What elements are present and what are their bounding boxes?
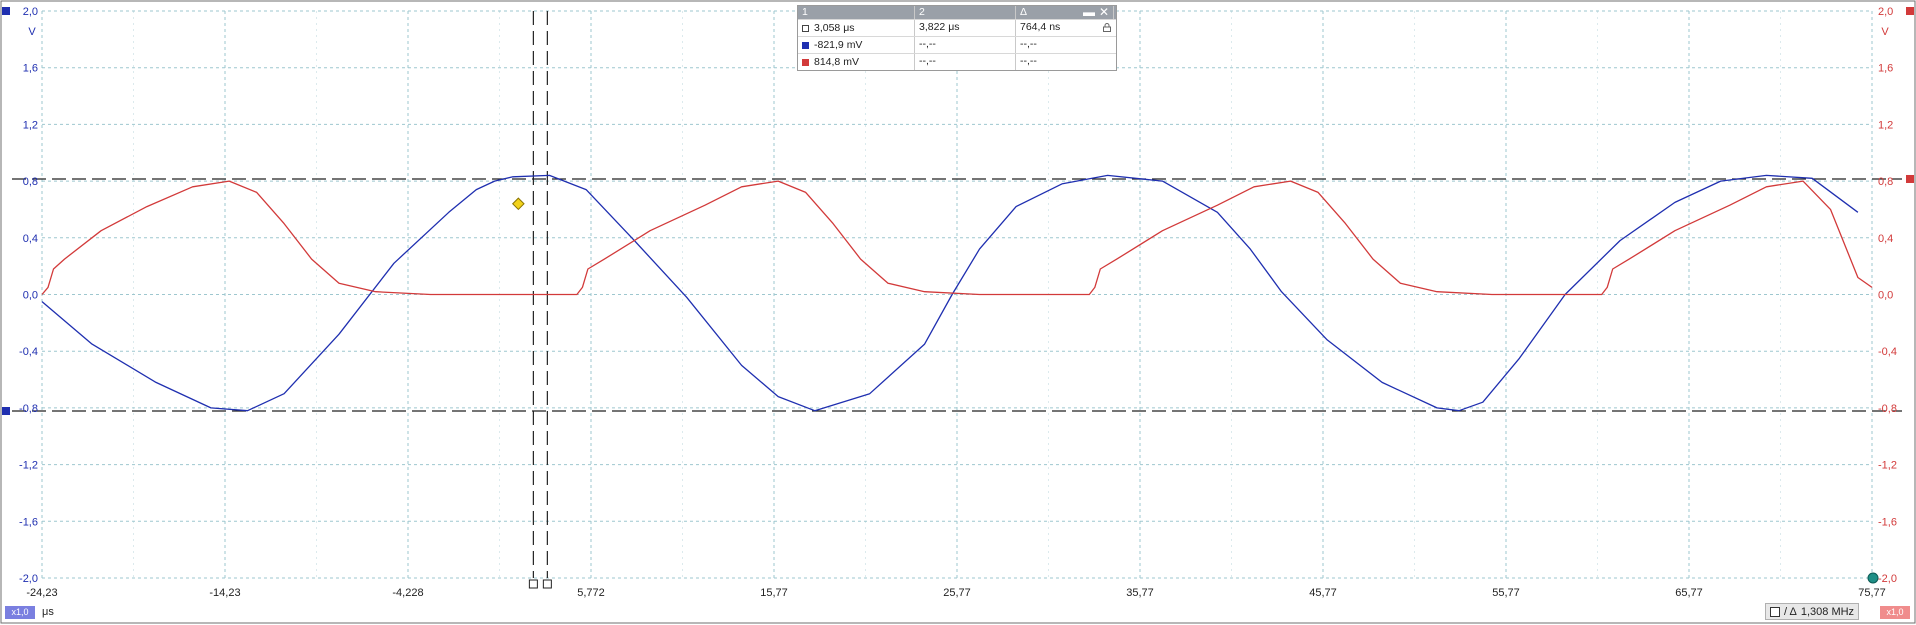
left-axis-tick-label: -2,0: [19, 573, 38, 585]
x-axis-tick-label: 75,77: [1858, 587, 1886, 599]
x-axis-tick-label: 65,77: [1675, 587, 1703, 599]
left-axis-tick-label: 0,4: [23, 233, 38, 245]
right-axis-tick-label: 0,0: [1878, 290, 1893, 302]
frequency-value: 1,308 MHz: [1800, 605, 1855, 618]
x-axis-tick-label: -4,228: [392, 587, 423, 599]
x-axis-tick-label: 35,77: [1126, 587, 1154, 599]
minimize-button[interactable]: ▬: [1083, 6, 1095, 19]
channel-a-top-marker[interactable]: [2, 7, 10, 15]
channel-b-scale-badge[interactable]: x1,0: [1880, 606, 1910, 619]
left-axis-tick-label: 1,2: [23, 119, 38, 131]
left-axis-tick-label: -1,6: [19, 516, 38, 528]
close-button[interactable]: ✕: [1099, 6, 1109, 19]
x-axis-tick-label: 5,772: [577, 587, 605, 599]
trigger-label: / Δ: [1784, 605, 1797, 618]
left-axis-tick-label: -0,4: [19, 346, 38, 358]
right-axis-tick-label: 0,8: [1878, 176, 1893, 188]
cell-value: 3,822 μs: [915, 20, 1016, 36]
right-axis-tick-label: 2,0: [1878, 6, 1893, 18]
window-controls: ▬ ✕: [1083, 6, 1113, 19]
left-axis-tick-label: 1,6: [23, 63, 38, 75]
right-axis-tick-label: -0,8: [1878, 403, 1897, 415]
vertical-cursor-handle[interactable]: [542, 579, 552, 589]
trigger-position-marker[interactable]: [1867, 572, 1879, 584]
left-axis-unit: V: [28, 26, 36, 38]
x-axis-tick-label: -14,23: [209, 587, 240, 599]
col-header-delta: Δ ▬ ✕: [1016, 6, 1114, 19]
table-row: 814,8 mV --,-- --,--: [798, 53, 1116, 70]
table-row: -821,9 mV --,-- --,--: [798, 36, 1116, 53]
channel-b-top-marker[interactable]: [1906, 7, 1914, 15]
cell-value: 3,058 μs: [814, 21, 855, 34]
channel-a-swatch-icon: [802, 41, 809, 49]
col-header-1: 1: [798, 6, 915, 19]
measurement-table-header: 1 2 Δ ▬ ✕: [798, 6, 1116, 19]
right-axis-unit: V: [1881, 26, 1889, 38]
left-axis-tick-label: 0,0: [23, 290, 38, 302]
trigger-square-icon: [1770, 606, 1780, 617]
right-axis-tick-label: -1,2: [1878, 460, 1897, 472]
channel-b-swatch-icon: [802, 58, 809, 66]
cell-value: 764,4 ns: [1020, 21, 1061, 33]
x-axis-tick-label: -24,23: [26, 587, 57, 599]
delta-label: Δ: [1020, 6, 1028, 18]
cursor-measurement-table[interactable]: 1 2 Δ ▬ ✕ 3,058 μs 3,822 μs 764,4 ns -82…: [797, 5, 1117, 71]
x-axis-tick-label: 15,77: [760, 587, 788, 599]
left-axis-tick-label: -0,8: [19, 403, 38, 415]
channel-a-scale-badge[interactable]: x1,0: [5, 606, 35, 619]
channel-b-cursor-marker[interactable]: [1906, 174, 1914, 183]
right-axis-tick-label: 1,6: [1878, 63, 1893, 75]
right-axis-tick-label: 0,4: [1878, 233, 1893, 245]
left-axis-tick-label: -1,2: [19, 460, 38, 472]
channel-a-cursor-marker[interactable]: [2, 407, 10, 416]
left-axis-tick-label: 2,0: [23, 6, 38, 18]
frequency-readout[interactable]: / Δ 1,308 MHz: [1765, 603, 1860, 620]
cell-value: --,--: [915, 37, 1016, 53]
col-header-2: 2: [915, 6, 1016, 19]
right-axis-tick-label: -2,0: [1878, 573, 1897, 585]
cell-value: --,--: [1020, 38, 1037, 50]
left-axis-tick-label: 0,8: [23, 176, 38, 188]
cell-value: -821,9 mV: [814, 38, 863, 51]
x-axis-tick-label: 25,77: [943, 587, 971, 599]
x-axis-tick-label: 45,77: [1309, 587, 1337, 599]
right-axis-tick-label: 1,2: [1878, 119, 1893, 131]
vertical-cursor-handle[interactable]: [528, 579, 538, 589]
cell-value: 814,8 mV: [814, 55, 859, 68]
x-axis-tick-label: 55,77: [1492, 587, 1520, 599]
cell-value: --,--: [1020, 55, 1037, 67]
lock-icon[interactable]: [1103, 23, 1111, 32]
right-axis-tick-label: -1,6: [1878, 516, 1897, 528]
table-row: 3,058 μs 3,822 μs 764,4 ns: [798, 19, 1116, 36]
x-axis-unit: μs: [42, 606, 54, 618]
oscilloscope-plot: 2,0 1,6 1,2 0,8 0,4 0,0 -0,4 -0,8 -1,2 -1,6 -2,0 2,…: [0, 0, 1916, 625]
time-swatch-icon: [802, 24, 809, 32]
cell-value: --,--: [915, 54, 1016, 70]
right-axis-tick-label: -0,4: [1878, 346, 1897, 358]
